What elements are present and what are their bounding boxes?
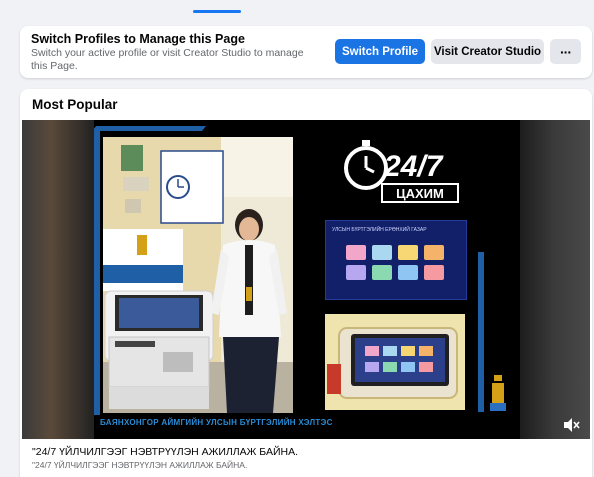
screen-tile bbox=[372, 245, 392, 260]
kiosk-photo bbox=[103, 137, 293, 413]
screen-tile bbox=[398, 245, 418, 260]
switch-card-description: Switch your active profile or visit Crea… bbox=[31, 47, 304, 72]
screen-tile bbox=[424, 265, 444, 280]
switch-profile-button[interactable]: Switch Profile bbox=[335, 39, 425, 64]
video-frame: 24/7 ЦАХИМ УЛСЫН БҮРТГЭЛИЙН ЕРӨНХИЙ ГАЗА… bbox=[94, 120, 520, 439]
video-caption: БАЯНХОНГОР АЙМГИЙН УЛСЫН БҮРТГЭЛИЙН ХЭЛТ… bbox=[100, 418, 333, 427]
most-popular-title: Most Popular bbox=[32, 97, 118, 112]
kiosk-closeup-illustration bbox=[325, 314, 465, 410]
screen-tile bbox=[398, 265, 418, 280]
more-options-button[interactable]: ··· bbox=[550, 39, 581, 64]
switch-profile-card: Switch Profiles to Manage this Page Swit… bbox=[20, 26, 592, 78]
kiosk-scene-illustration bbox=[103, 137, 293, 413]
video-caption-bar: БАЯНХОНГОР АЙМГИЙН УЛСЫН БҮРТГЭЛИЙН ХЭЛТ… bbox=[94, 415, 520, 431]
active-tab-indicator bbox=[193, 10, 241, 13]
switch-card-title: Switch Profiles to Manage this Page bbox=[31, 32, 245, 46]
speaker-muted-icon[interactable] bbox=[562, 417, 580, 433]
kiosk-closeup-photo bbox=[325, 314, 465, 410]
logo-number: 24/7 bbox=[383, 150, 444, 183]
kiosk-screen-header: УЛСЫН БҮРТГЭЛИЙН ЕРӨНХИЙ ГАЗАР bbox=[332, 227, 427, 233]
screen-tile bbox=[372, 265, 392, 280]
screen-tile bbox=[346, 245, 366, 260]
top-strip bbox=[0, 0, 594, 14]
logo-word: ЦАХИМ bbox=[396, 186, 444, 201]
screen-tile bbox=[424, 245, 444, 260]
video-player[interactable]: 24/7 ЦАХИМ УЛСЫН БҮРТГЭЛИЙН ЕРӨНХИЙ ГАЗА… bbox=[22, 120, 590, 439]
emblem-icon bbox=[490, 375, 506, 411]
frame-accent-right bbox=[478, 252, 484, 412]
screen-tile bbox=[346, 265, 366, 280]
video-blur-left bbox=[22, 120, 94, 439]
video-subtitle: "24/7 ҮЙЛЧИЛГЭЭГ НЭВТРҮҮЛЭН АЖИЛЛАЖ БАЙН… bbox=[32, 460, 248, 470]
visit-creator-studio-button[interactable]: Visit Creator Studio bbox=[431, 39, 544, 64]
video-title[interactable]: "24/7 ҮЙЛЧИЛГЭЭГ НЭВТРҮҮЛЭН АЖИЛЛАЖ БАЙН… bbox=[32, 446, 298, 458]
most-popular-card: Most Popular 24/7 ЦАХИМ УЛСЫН БҮРТГЭЛИЙН… bbox=[20, 89, 592, 477]
frame-accent-top bbox=[94, 126, 207, 131]
frame-accent-left bbox=[94, 130, 100, 420]
kiosk-screen-image: УЛСЫН БҮРТГЭЛИЙН ЕРӨНХИЙ ГАЗАР bbox=[325, 220, 467, 300]
video-blur-right bbox=[518, 120, 590, 439]
clock-24-7-logo-icon: 24/7 ЦАХИМ bbox=[344, 140, 459, 203]
